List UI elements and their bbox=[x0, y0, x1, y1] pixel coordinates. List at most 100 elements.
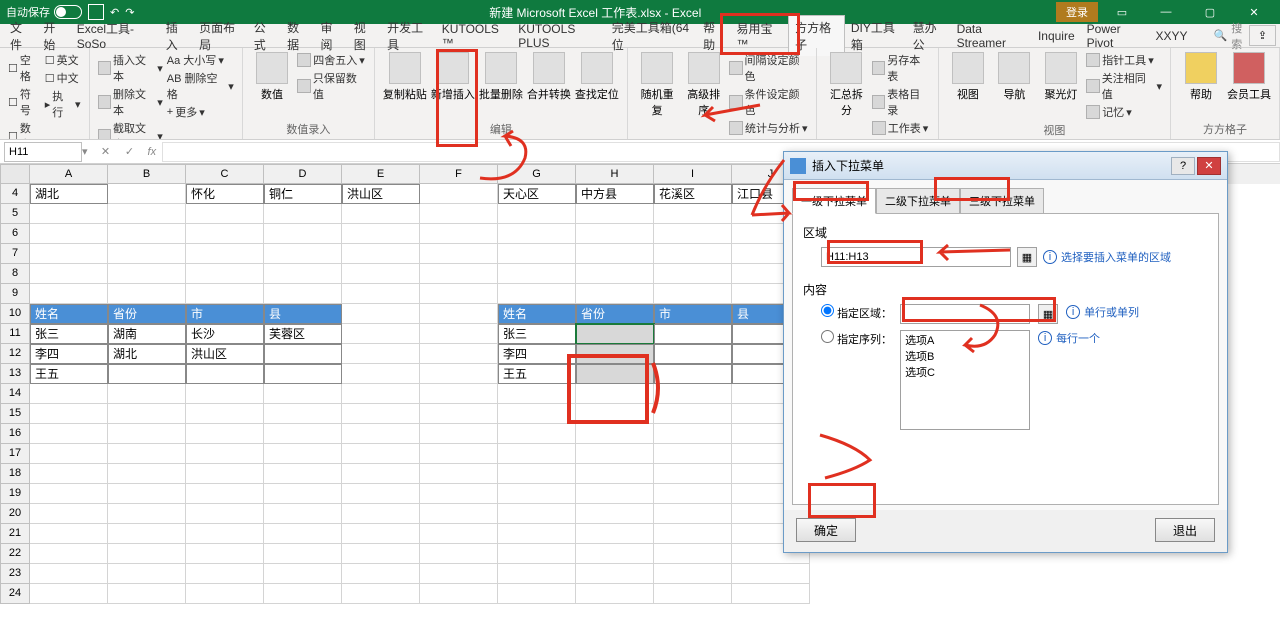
cell-F12[interactable] bbox=[420, 344, 498, 364]
cell-G15[interactable] bbox=[498, 404, 576, 424]
cell-I21[interactable] bbox=[654, 524, 732, 544]
col-header-E[interactable]: E bbox=[342, 164, 420, 184]
cell-I13[interactable] bbox=[654, 364, 732, 384]
cell-I19[interactable] bbox=[654, 484, 732, 504]
cell-E16[interactable] bbox=[342, 424, 420, 444]
cell-G12[interactable]: 李四 bbox=[498, 344, 576, 364]
btn-nav[interactable]: 导航 bbox=[993, 52, 1036, 102]
cell-B4[interactable] bbox=[108, 184, 186, 204]
cell-G9[interactable] bbox=[498, 284, 576, 304]
cell-A15[interactable] bbox=[30, 404, 108, 424]
cell-E24[interactable] bbox=[342, 584, 420, 604]
cell-D8[interactable] bbox=[264, 264, 342, 284]
cell-E5[interactable] bbox=[342, 204, 420, 224]
cell-C9[interactable] bbox=[186, 284, 264, 304]
cell-G5[interactable] bbox=[498, 204, 576, 224]
cell-B20[interactable] bbox=[108, 504, 186, 524]
cell-F15[interactable] bbox=[420, 404, 498, 424]
cell-H5[interactable] bbox=[576, 204, 654, 224]
cell-H7[interactable] bbox=[576, 244, 654, 264]
cell-E22[interactable] bbox=[342, 544, 420, 564]
select-all-corner[interactable] bbox=[0, 164, 30, 184]
btn-pointer[interactable]: 指针工具 ▾ bbox=[1086, 52, 1162, 68]
cell-B15[interactable] bbox=[108, 404, 186, 424]
cell-F6[interactable] bbox=[420, 224, 498, 244]
cell-C21[interactable] bbox=[186, 524, 264, 544]
btn-random[interactable]: 随机重复 bbox=[636, 52, 679, 118]
cell-A16[interactable] bbox=[30, 424, 108, 444]
cell-I20[interactable] bbox=[654, 504, 732, 524]
cell-E6[interactable] bbox=[342, 224, 420, 244]
list-input[interactable]: 选项A 选项B 选项C bbox=[900, 330, 1030, 430]
cell-H10[interactable]: 省份 bbox=[576, 304, 654, 324]
btn-saveas[interactable]: 另存本表 bbox=[872, 52, 930, 84]
btn-interval-color[interactable]: 间隔设定颜色 bbox=[729, 52, 808, 84]
cell-F7[interactable] bbox=[420, 244, 498, 264]
chk-english[interactable]: ☐ 英文 bbox=[45, 52, 81, 68]
cell-I18[interactable] bbox=[654, 464, 732, 484]
cell-A12[interactable]: 李四 bbox=[30, 344, 108, 364]
cell-G11[interactable]: 张三 bbox=[498, 324, 576, 344]
cell-B7[interactable] bbox=[108, 244, 186, 264]
cell-A21[interactable] bbox=[30, 524, 108, 544]
btn-find[interactable]: 查找定位 bbox=[575, 52, 619, 102]
cell-H15[interactable] bbox=[576, 404, 654, 424]
cell-B6[interactable] bbox=[108, 224, 186, 244]
cell-I8[interactable] bbox=[654, 264, 732, 284]
cell-B13[interactable] bbox=[108, 364, 186, 384]
cell-D5[interactable] bbox=[264, 204, 342, 224]
cell-A8[interactable] bbox=[30, 264, 108, 284]
cell-D22[interactable] bbox=[264, 544, 342, 564]
btn-number[interactable]: 数值 bbox=[251, 52, 294, 102]
cell-H16[interactable] bbox=[576, 424, 654, 444]
cell-E7[interactable] bbox=[342, 244, 420, 264]
cell-B12[interactable]: 湖北 bbox=[108, 344, 186, 364]
cell-D16[interactable] bbox=[264, 424, 342, 444]
cell-A23[interactable] bbox=[30, 564, 108, 584]
cell-B10[interactable]: 省份 bbox=[108, 304, 186, 324]
cell-A17[interactable] bbox=[30, 444, 108, 464]
cell-A14[interactable] bbox=[30, 384, 108, 404]
row-header-12[interactable]: 12 bbox=[0, 344, 30, 364]
cell-C20[interactable] bbox=[186, 504, 264, 524]
exit-button[interactable]: 退出 bbox=[1155, 518, 1215, 542]
search-box[interactable]: 🔍搜索 bbox=[1214, 20, 1249, 52]
row-header-23[interactable]: 23 bbox=[0, 564, 30, 584]
cell-F4[interactable] bbox=[420, 184, 498, 204]
cell-D17[interactable] bbox=[264, 444, 342, 464]
chk-number[interactable]: ☐ 数字 bbox=[8, 120, 41, 140]
cell-E14[interactable] bbox=[342, 384, 420, 404]
btn-spotlight[interactable]: 聚光灯 bbox=[1040, 52, 1083, 102]
cell-C15[interactable] bbox=[186, 404, 264, 424]
cell-B16[interactable] bbox=[108, 424, 186, 444]
btn-trim[interactable]: AB 删除空格 ▾ bbox=[167, 70, 234, 102]
cells-grid[interactable]: 湖北怀化铜仁洪山区天心区中方县花溪区江口县姓名省份市县姓名省份市县张三湖南长沙芙… bbox=[30, 184, 810, 604]
cell-E9[interactable] bbox=[342, 284, 420, 304]
cell-C6[interactable] bbox=[186, 224, 264, 244]
cell-D10[interactable]: 县 bbox=[264, 304, 342, 324]
cell-H13[interactable] bbox=[576, 364, 654, 384]
cell-D18[interactable] bbox=[264, 464, 342, 484]
dialog-titlebar[interactable]: 插入下拉菜单 ? ✕ bbox=[784, 152, 1227, 180]
dialog-close-button[interactable]: ✕ bbox=[1197, 157, 1221, 175]
btn-del-text[interactable]: 删除文本 ▾ bbox=[98, 86, 163, 118]
col-header-F[interactable]: F bbox=[420, 164, 498, 184]
cell-I11[interactable] bbox=[654, 324, 732, 344]
cell-D4[interactable]: 铜仁 bbox=[264, 184, 342, 204]
cell-I6[interactable] bbox=[654, 224, 732, 244]
cell-D21[interactable] bbox=[264, 524, 342, 544]
col-header-G[interactable]: G bbox=[498, 164, 576, 184]
cell-F16[interactable] bbox=[420, 424, 498, 444]
cell-H6[interactable] bbox=[576, 224, 654, 244]
cell-B21[interactable] bbox=[108, 524, 186, 544]
cell-H12[interactable] bbox=[576, 344, 654, 364]
cell-H18[interactable] bbox=[576, 464, 654, 484]
cell-I24[interactable] bbox=[654, 584, 732, 604]
cell-J23[interactable] bbox=[732, 564, 810, 584]
cell-C14[interactable] bbox=[186, 384, 264, 404]
btn-execute[interactable]: ▸执行▾ bbox=[45, 88, 81, 120]
cell-D6[interactable] bbox=[264, 224, 342, 244]
row-header-7[interactable]: 7 bbox=[0, 244, 30, 264]
chk-symbol[interactable]: ☐ 符号 bbox=[8, 86, 41, 118]
btn-split[interactable]: 汇总拆分 bbox=[825, 52, 868, 118]
